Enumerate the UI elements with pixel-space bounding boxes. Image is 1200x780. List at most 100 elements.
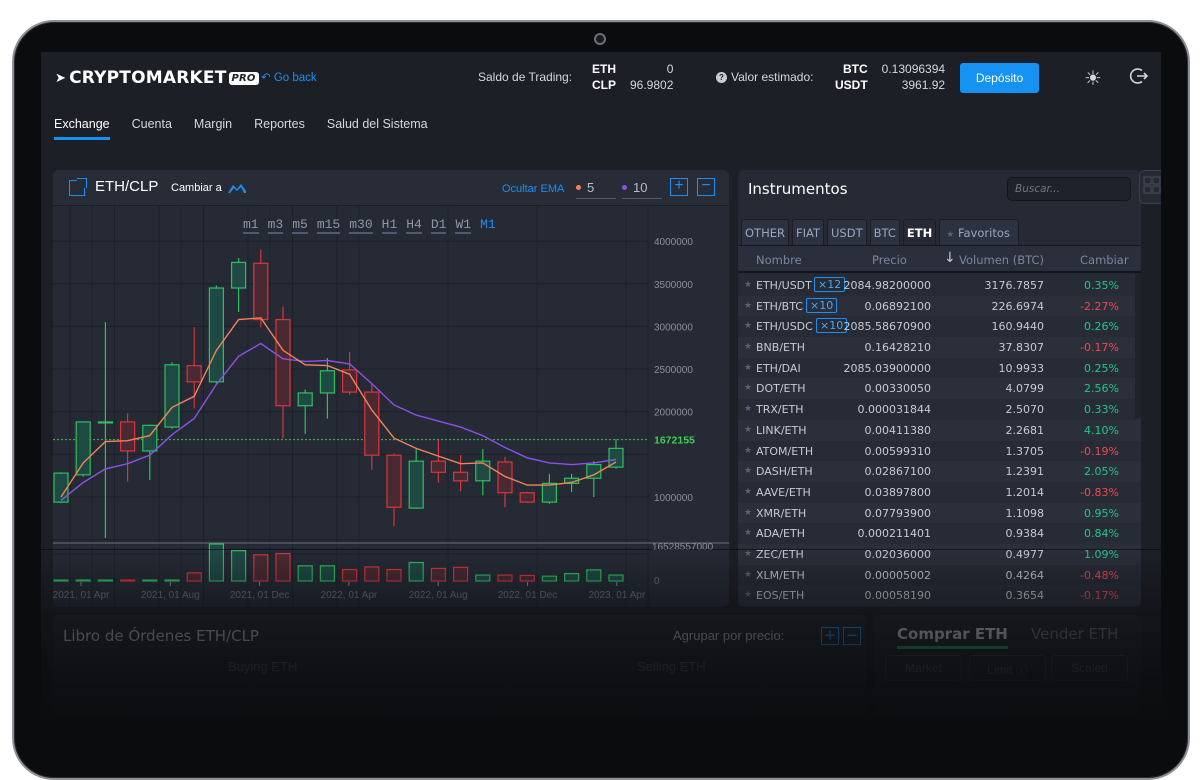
group-increase-button[interactable]: +: [821, 627, 839, 645]
instrument-name: EOS/ETH: [756, 589, 805, 603]
balance-value: 96.9802: [630, 78, 674, 92]
nav-tab-cuenta[interactable]: Cuenta: [132, 117, 172, 140]
layout-grid-button[interactable]: [1139, 170, 1161, 204]
order-type-scaled[interactable]: Scaled: [1051, 655, 1128, 681]
instrument-row[interactable]: ★ LINK/ETH 0.00411380 2.2681 4.10%: [738, 419, 1141, 441]
tab-usdt[interactable]: USDT: [827, 219, 867, 245]
nav-tab-salud-del-sistema[interactable]: Salud del Sistema: [327, 117, 428, 140]
timeframe-m3[interactable]: m3: [267, 218, 284, 234]
external-link-icon[interactable]: [69, 178, 87, 196]
instrument-volume: 0.3654: [1005, 589, 1045, 603]
timeframe-m30[interactable]: m30: [349, 218, 373, 234]
volume-zero-label: 0: [654, 576, 660, 587]
logout-icon[interactable]: [1129, 66, 1149, 86]
zoom-in-button[interactable]: +: [670, 178, 688, 196]
star-icon[interactable]: ★: [744, 321, 752, 331]
star-icon[interactable]: ★: [744, 425, 752, 435]
timeframe-d1[interactable]: D1: [430, 218, 447, 234]
instrument-row[interactable]: ★ ZEC/ETH 0.02036000 0.4977 1.09%: [738, 543, 1141, 565]
group-decrease-button[interactable]: −: [843, 627, 861, 645]
instrument-change: 0.25%: [1084, 361, 1119, 375]
star-icon[interactable]: ★: [744, 446, 752, 456]
star-icon[interactable]: ★: [744, 570, 752, 580]
instrument-row[interactable]: ★ BNB/ETH 0.16428210 37.8307 -0.17%: [738, 337, 1141, 358]
timeframe-h1[interactable]: H1: [381, 218, 398, 234]
switch-chart-button[interactable]: Cambiar a: [171, 182, 247, 194]
col-nombre[interactable]: Nombre: [756, 253, 802, 267]
timeframe-selector: m1 m3 m5 m15 m30 H1 H4 D1 W1 M1: [243, 218, 496, 234]
tab-fiat[interactable]: FIAT: [791, 219, 824, 245]
y-tick-label: 4000000: [654, 237, 693, 248]
balance-currency: CLP: [592, 78, 616, 92]
tab-eth[interactable]: ETH: [902, 219, 937, 245]
instruments-scrollbar[interactable]: [1135, 273, 1141, 418]
tab-sell[interactable]: Vender ETH: [1031, 625, 1118, 646]
candlestick-chart[interactable]: 1000000 2000000 2500000 3000000 3500000 40000…: [53, 206, 729, 607]
col-cambiar[interactable]: Cambiar: [1080, 253, 1129, 267]
timeframe-m5[interactable]: m5: [292, 218, 308, 234]
star-icon[interactable]: ★: [744, 404, 752, 414]
timeframe-h4[interactable]: H4: [406, 218, 422, 234]
star-icon[interactable]: ★: [744, 342, 752, 352]
instrument-row[interactable]: ★ DOT/ETH 0.00330050 4.0799 2.56%: [738, 378, 1141, 400]
instrument-search-input[interactable]: [1007, 177, 1131, 201]
zoom-out-button[interactable]: −: [697, 178, 715, 196]
instrument-change: 4.10%: [1084, 423, 1119, 437]
timeframe-m1[interactable]: m1: [243, 218, 259, 234]
star-icon[interactable]: ★: [744, 466, 752, 476]
star-icon[interactable]: ★: [744, 487, 752, 497]
tab-favoritos[interactable]: ★ Favoritos: [939, 219, 1019, 245]
sun-icon[interactable]: ☀: [1084, 66, 1102, 90]
nav-tab-reportes[interactable]: Reportes: [254, 117, 305, 140]
arrow-down-icon[interactable]: ↓: [944, 250, 956, 266]
instrument-row[interactable]: ★ ETH/USDT ×12 2084.98200000 3176.7857 0.35%: [738, 275, 1141, 296]
ema-fast-input[interactable]: 5: [576, 180, 616, 199]
tab-other[interactable]: OTHER: [741, 219, 789, 245]
instrument-row[interactable]: ★ ATOM/ETH 0.00599310 1.3705 -0.19%: [738, 440, 1141, 462]
instrument-row[interactable]: ★ DASH/ETH 0.02867100 1.2391 2.05%: [738, 461, 1141, 482]
deposit-button[interactable]: Depósito: [960, 63, 1039, 93]
col-precio[interactable]: Precio: [872, 253, 907, 267]
question-circle-icon[interactable]: ?: [716, 71, 727, 83]
timeframe-m1-month[interactable]: M1: [480, 218, 496, 234]
star-icon[interactable]: ★: [744, 363, 752, 373]
instrument-price: 2085.58670900: [843, 320, 931, 334]
main-nav: Exchange Cuenta Margin Reportes Salud de…: [54, 117, 428, 140]
star-icon[interactable]: ★: [744, 508, 752, 518]
candle-up: [97, 421, 114, 424]
instrument-row[interactable]: ★ ADA/ETH 0.000211401 0.9384 0.84%: [738, 523, 1141, 544]
instrument-row[interactable]: ★ ETH/USDC ×10 2085.58670900 160.9440 0.26%: [738, 316, 1141, 338]
instrument-price: 0.07793900: [864, 506, 931, 520]
go-back-link[interactable]: ↶ Go back: [261, 70, 317, 84]
star-icon[interactable]: ★: [744, 280, 752, 290]
order-type-market[interactable]: Market: [885, 655, 962, 681]
tab-btc[interactable]: BTC: [869, 219, 900, 245]
instrument-row[interactable]: ★ XMR/ETH 0.07793900 1.1098 0.95%: [738, 502, 1141, 524]
instrument-row[interactable]: ★ AAVE/ETH 0.03897800 1.2014 -0.83%: [738, 481, 1141, 503]
instrument-price: 0.00411380: [864, 423, 931, 437]
ema-slow-input[interactable]: 10: [622, 180, 662, 199]
y-tick-label: 3000000: [654, 322, 693, 333]
instrument-row[interactable]: ★ EOS/ETH 0.00058190 0.3654 -0.17%: [738, 585, 1141, 606]
star-icon[interactable]: ★: [744, 383, 752, 393]
x-tick-label: 2022, 01 Dec: [498, 590, 558, 601]
star-icon[interactable]: ★: [744, 301, 752, 311]
star-icon[interactable]: ★: [744, 528, 752, 538]
timeframe-w1[interactable]: W1: [455, 218, 472, 234]
candle-up: [164, 364, 180, 428]
nav-tab-exchange[interactable]: Exchange: [54, 117, 110, 140]
order-type-limit[interactable]: Limit ⓘ: [969, 655, 1046, 681]
star-icon[interactable]: ★: [744, 549, 752, 559]
instrument-row[interactable]: ★ XLM/ETH 0.00005002 0.4264 -0.48%: [738, 564, 1141, 586]
instrument-row[interactable]: ★ TRX/ETH 0.000031844 2.5070 0.33%: [738, 399, 1141, 420]
tab-buy[interactable]: Comprar ETH: [897, 625, 1008, 649]
hide-ema-link[interactable]: Ocultar EMA: [502, 183, 564, 195]
col-volumen[interactable]: Volumen (BTC): [959, 253, 1044, 267]
timeframe-m15[interactable]: m15: [316, 218, 341, 234]
instrument-row[interactable]: ★ ETH/BTC ×10 0.06892100 226.6974 -2.27%: [738, 295, 1141, 317]
candle-up: [319, 370, 335, 394]
nav-tab-margin[interactable]: Margin: [194, 117, 232, 140]
star-icon[interactable]: ★: [744, 590, 752, 600]
logo[interactable]: ➤ CRYPTOMARKET PRO: [55, 68, 259, 88]
instrument-row[interactable]: ★ ETH/DAI 2085.03900000 10.9933 0.25%: [738, 357, 1141, 379]
